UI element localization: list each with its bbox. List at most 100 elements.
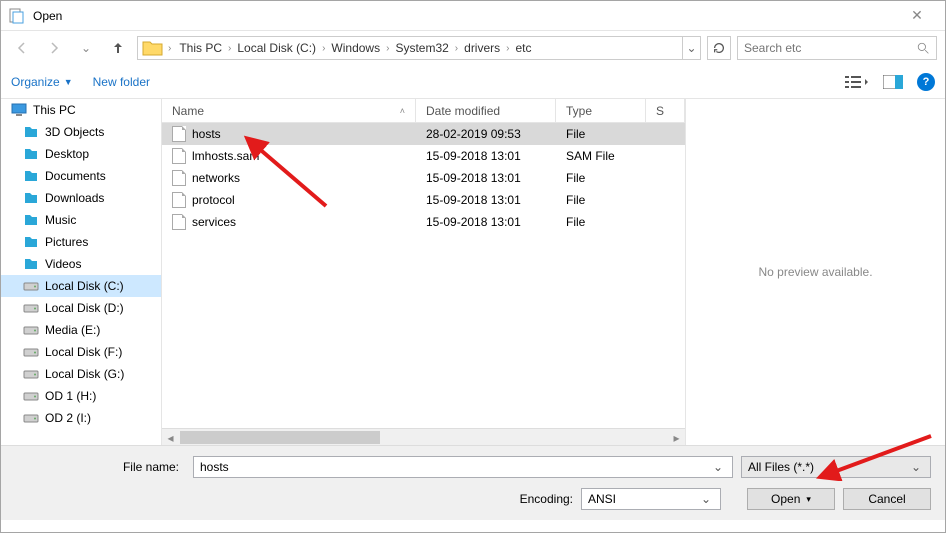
filename-dropdown-icon[interactable]: ⌄ <box>710 460 726 474</box>
open-button[interactable]: Open▾ <box>747 488 835 510</box>
help-button[interactable]: ? <box>917 73 935 91</box>
sidebar-item-label: Local Disk (C:) <box>45 279 124 293</box>
breadcrumb-dropdown[interactable]: ⌄ <box>682 37 700 59</box>
sidebar-item-label: Pictures <box>45 235 88 249</box>
file-row[interactable]: networks15-09-2018 13:01File <box>162 167 685 189</box>
filename-label: File name: <box>15 460 185 474</box>
column-headers[interactable]: Name˄ Date modified Type S <box>162 99 685 123</box>
sidebar: This PC 3D ObjectsDesktop Documents Downlo… <box>1 99 161 445</box>
sidebar-item[interactable]: Documents <box>1 165 161 187</box>
up-button[interactable] <box>105 35 131 61</box>
breadcrumb-bar[interactable]: › This PC›Local Disk (C:)›Windows›System… <box>137 36 701 60</box>
sidebar-item-label: Local Disk (F:) <box>45 345 122 359</box>
chevron-right-icon: › <box>453 43 460 54</box>
scroll-right-icon[interactable]: ▸ <box>668 429 685 446</box>
sidebar-item[interactable]: Videos <box>1 253 161 275</box>
sidebar-item-label: Documents <box>45 169 106 183</box>
file-date: 15-09-2018 13:01 <box>416 171 556 185</box>
column-date[interactable]: Date modified <box>416 99 556 122</box>
sidebar-item[interactable]: Local Disk (F:) <box>1 341 161 363</box>
file-date: 15-09-2018 13:01 <box>416 149 556 163</box>
sidebar-item[interactable]: OD 2 (I:) <box>1 407 161 429</box>
sidebar-item[interactable]: Local Disk (C:) <box>1 275 161 297</box>
cancel-button[interactable]: Cancel <box>843 488 931 510</box>
scroll-left-icon[interactable]: ◂ <box>162 429 179 446</box>
file-type: File <box>556 171 646 185</box>
close-button[interactable]: ✕ <box>897 7 937 24</box>
app-icon <box>9 8 25 24</box>
column-size[interactable]: S <box>646 99 685 122</box>
column-type[interactable]: Type <box>556 99 646 122</box>
preview-text: No preview available. <box>758 265 872 279</box>
sidebar-item-label: Downloads <box>45 191 104 205</box>
search-input[interactable] <box>744 41 917 55</box>
file-row[interactable]: lmhosts.sam 15-09-2018 13:01SAM File <box>162 145 685 167</box>
back-button[interactable] <box>9 35 35 61</box>
sidebar-item[interactable]: Downloads <box>1 187 161 209</box>
organize-button[interactable]: Organize ▼ <box>11 75 73 89</box>
recent-dropdown[interactable]: ⌄ <box>73 35 99 61</box>
horizontal-scrollbar[interactable]: ◂ ▸ <box>162 428 685 445</box>
drive-icon <box>23 278 39 294</box>
breadcrumb-item[interactable]: Windows <box>327 39 384 57</box>
chevron-right-icon: › <box>320 43 327 54</box>
search-box[interactable] <box>737 36 937 60</box>
drive-icon <box>23 234 39 250</box>
drive-icon <box>23 322 39 338</box>
preview-pane: No preview available. <box>685 99 945 445</box>
scrollbar-thumb[interactable] <box>180 431 380 444</box>
drive-icon <box>23 190 39 206</box>
navbar: ⌄ › This PC›Local Disk (C:)›Windows›Syst… <box>1 31 945 65</box>
sidebar-item-label: Media (E:) <box>45 323 100 337</box>
chevron-right-icon: › <box>166 43 173 54</box>
sidebar-item[interactable]: Pictures <box>1 231 161 253</box>
file-row[interactable]: hosts28-02-2019 09:53File <box>162 123 685 145</box>
sidebar-item[interactable]: OD 1 (H:) <box>1 385 161 407</box>
sidebar-item[interactable]: Local Disk (G:) <box>1 363 161 385</box>
new-folder-button[interactable]: New folder <box>93 75 150 89</box>
sidebar-item[interactable]: 3D Objects <box>1 121 161 143</box>
file-date: 15-09-2018 13:01 <box>416 215 556 229</box>
file-name: lmhosts.sam <box>192 149 259 163</box>
footer: File name: ⌄ All Files (*.*)⌄ Encoding: … <box>1 445 945 520</box>
file-icon <box>172 170 186 186</box>
sidebar-this-pc[interactable]: This PC <box>1 99 161 121</box>
drive-icon <box>23 366 39 382</box>
encoding-select[interactable]: ANSI⌄ <box>581 488 721 510</box>
filename-input[interactable] <box>200 460 710 474</box>
sidebar-item[interactable]: Desktop <box>1 143 161 165</box>
search-icon <box>917 42 930 55</box>
drive-icon <box>23 344 39 360</box>
file-row[interactable]: protocol15-09-2018 13:01File <box>162 189 685 211</box>
sidebar-item-label: OD 2 (I:) <box>45 411 91 425</box>
file-type: File <box>556 193 646 207</box>
drive-icon <box>23 124 39 140</box>
sidebar-item-label: Videos <box>45 257 81 271</box>
file-type-filter[interactable]: All Files (*.*)⌄ <box>741 456 931 478</box>
breadcrumb-item[interactable]: System32 <box>391 39 452 57</box>
view-button[interactable] <box>845 74 869 90</box>
filename-input-wrap[interactable]: ⌄ <box>193 456 733 478</box>
sidebar-item[interactable]: Music <box>1 209 161 231</box>
drive-icon <box>23 300 39 316</box>
pc-icon <box>11 102 27 118</box>
file-icon <box>172 214 186 230</box>
file-type: SAM File <box>556 149 646 163</box>
forward-button[interactable] <box>41 35 67 61</box>
sidebar-item-label: Local Disk (D:) <box>45 301 124 315</box>
breadcrumb-item[interactable]: drivers <box>460 39 504 57</box>
refresh-button[interactable] <box>707 36 731 60</box>
chevron-right-icon: › <box>384 43 391 54</box>
file-name: hosts <box>192 127 221 141</box>
breadcrumb-item[interactable]: This PC <box>175 39 226 57</box>
chevron-right-icon: › <box>504 43 511 54</box>
preview-pane-button[interactable] <box>883 75 903 89</box>
breadcrumb-item[interactable]: etc <box>512 39 536 57</box>
file-row[interactable]: services15-09-2018 13:01File <box>162 211 685 233</box>
breadcrumb-item[interactable]: Local Disk (C:) <box>233 39 320 57</box>
file-type: File <box>556 127 646 141</box>
column-name[interactable]: Name˄ <box>162 99 416 122</box>
sidebar-item[interactable]: Local Disk (D:) <box>1 297 161 319</box>
sidebar-item[interactable]: Media (E:) <box>1 319 161 341</box>
sidebar-item-label: OD 1 (H:) <box>45 389 96 403</box>
